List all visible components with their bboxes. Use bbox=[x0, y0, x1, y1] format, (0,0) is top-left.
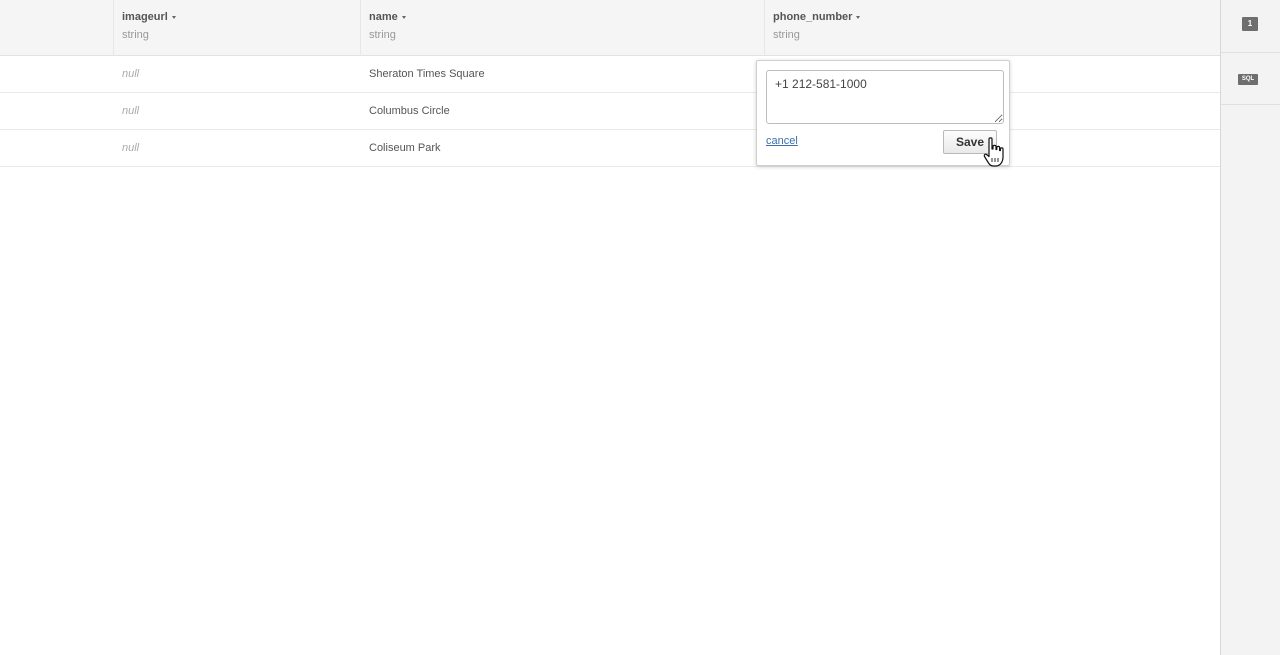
table-row: null Columbus Circle bbox=[0, 93, 1220, 130]
column-header-name[interactable]: name string bbox=[369, 11, 406, 41]
count-badge: 1 bbox=[1242, 17, 1258, 31]
column-header-imageurl[interactable]: imageurl string bbox=[122, 11, 176, 41]
table-header: imageurl string name string phone_number… bbox=[0, 0, 1220, 56]
column-divider bbox=[764, 0, 765, 55]
column-title: phone_number bbox=[773, 11, 853, 23]
cell-name[interactable]: Sheraton Times Square bbox=[369, 56, 485, 92]
data-table: imageurl string name string phone_number… bbox=[0, 0, 1220, 655]
cell-imageurl[interactable]: null bbox=[122, 130, 139, 166]
sidebar-button-count[interactable]: 1 bbox=[1221, 0, 1280, 53]
column-title: imageurl bbox=[122, 11, 168, 23]
phone-number-editor[interactable]: +1 212-581-1000 bbox=[766, 70, 1004, 124]
column-type: string bbox=[773, 29, 800, 41]
sql-icon: SQL bbox=[1238, 74, 1258, 85]
cell-imageurl[interactable]: null bbox=[122, 56, 139, 92]
caret-down-icon[interactable] bbox=[401, 16, 406, 19]
cancel-link[interactable]: cancel bbox=[766, 135, 798, 147]
table-row: null Sheraton Times Square bbox=[0, 56, 1220, 93]
caret-down-icon[interactable] bbox=[856, 16, 861, 19]
hand-pointer-icon bbox=[983, 137, 1004, 167]
column-title: name bbox=[369, 11, 398, 23]
column-type: string bbox=[369, 29, 396, 41]
sidebar-button-sql[interactable]: SQL bbox=[1221, 52, 1280, 105]
cell-name[interactable]: Coliseum Park bbox=[369, 130, 441, 166]
cell-name[interactable]: Columbus Circle bbox=[369, 93, 450, 129]
table-row: null Coliseum Park bbox=[0, 130, 1220, 167]
right-sidebar: 1 SQL bbox=[1220, 0, 1280, 655]
column-header-phone-number[interactable]: phone_number string bbox=[773, 11, 861, 41]
cell-imageurl[interactable]: null bbox=[122, 93, 139, 129]
column-type: string bbox=[122, 29, 149, 41]
caret-down-icon[interactable] bbox=[171, 16, 176, 19]
cell-edit-popover: +1 212-581-1000 cancel Save bbox=[756, 60, 1010, 166]
